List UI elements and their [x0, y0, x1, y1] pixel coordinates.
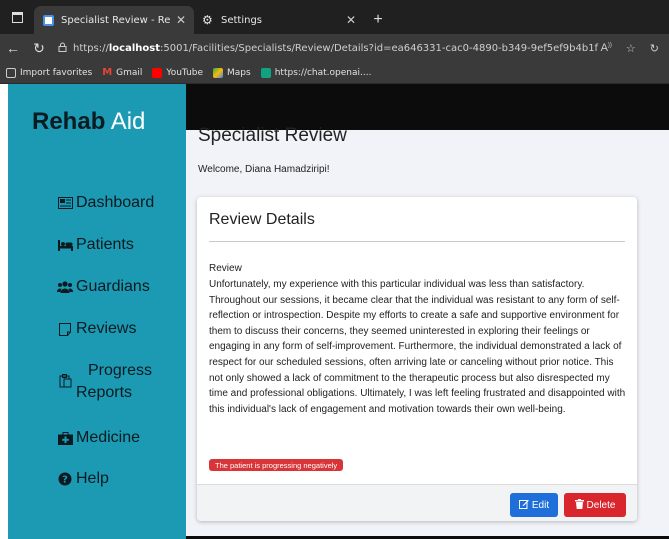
status-badge: The patient is progressing negatively [209, 459, 344, 471]
maps-icon [213, 67, 224, 78]
brand-light: Aid [105, 108, 146, 135]
favorite-gmail[interactable]: M Gmail [102, 67, 142, 78]
dashboard-icon [56, 197, 74, 209]
page-icon [43, 14, 54, 26]
card-footer: Edit Delete [197, 484, 637, 521]
favorite-label: https://chat.openai.... [274, 67, 372, 78]
review-text: Unfortunately, my experience with this p… [209, 279, 626, 415]
favorite-maps[interactable]: Maps [213, 67, 251, 78]
favorite-import[interactable]: Import favorites [6, 67, 93, 78]
sidebar-item-label: Progress Reports [76, 360, 152, 404]
tab-label: Settings [221, 14, 263, 26]
close-icon[interactable]: ✕ [176, 13, 186, 27]
new-tab-icon[interactable]: + [364, 6, 392, 34]
page-title: Specialist Review [198, 125, 347, 146]
sidebar-item-label: Dashboard [76, 194, 155, 211]
sidebar-item-help[interactable]: ? Help [56, 470, 109, 488]
chatgpt-icon [260, 67, 271, 78]
sidebar-item-progress-reports[interactable]: Progress Reports [56, 360, 152, 404]
delete-label: Delete [586, 499, 616, 511]
sidebar-item-medicine[interactable]: Medicine [56, 429, 140, 447]
users-icon [56, 281, 74, 293]
tab-specialist-review[interactable]: Specialist Review - RehabAid.Wel ✕ [34, 6, 194, 34]
top-navbar [186, 84, 669, 130]
refresh-extension-icon[interactable]: ↻ [650, 42, 659, 55]
address-bar[interactable]: https://localhost:5001/Facilities/Specia… [52, 37, 601, 59]
tab-label: Specialist Review - RehabAid.Wel [61, 14, 170, 26]
sidebar-item-label: Medicine [76, 429, 141, 446]
refresh-icon[interactable]: ↻ [26, 40, 52, 57]
edit-button[interactable]: Edit [510, 493, 558, 517]
url-prefix: https:// [73, 42, 109, 54]
delete-button[interactable]: Delete [564, 493, 626, 517]
welcome-message: Welcome, Diana Hamadziripi! [198, 164, 330, 175]
favorite-label: YouTube [166, 67, 204, 78]
favorite-youtube[interactable]: YouTube [152, 67, 204, 78]
sidebar-item-dashboard[interactable]: Dashboard [56, 194, 154, 212]
card-title: Review Details [209, 211, 315, 228]
review-details-card: Review Details Review Unfortunately, my … [197, 197, 637, 521]
progress-label-line1: Progress [88, 362, 153, 379]
tab-settings[interactable]: ⚙ Settings ✕ [194, 6, 364, 34]
lock-icon [58, 42, 67, 55]
read-aloud-icon[interactable]: A)) [601, 42, 612, 55]
close-icon[interactable]: ✕ [346, 13, 356, 27]
question-icon: ? [56, 472, 74, 486]
favorite-label: Maps [227, 67, 251, 78]
window-menu-icon[interactable] [0, 0, 34, 34]
favorite-chatgpt[interactable]: https://chat.openai.... [260, 67, 372, 78]
youtube-icon [152, 67, 163, 78]
browser-toolbar: ← ↻ https://localhost:5001/Facilities/Sp… [0, 34, 669, 62]
back-arrow-icon[interactable]: ← [0, 40, 26, 56]
progress-label-line2: Reports [76, 384, 133, 401]
gmail-icon: M [102, 67, 113, 78]
edit-icon [518, 499, 529, 512]
medkit-icon [56, 431, 74, 445]
sidebar-item-patients[interactable]: Patients [56, 236, 134, 254]
review-label: Review [209, 263, 242, 274]
clipboard-icon [56, 374, 74, 388]
browser-tab-bar: Specialist Review - RehabAid.Wel ✕ ⚙ Set… [0, 0, 669, 34]
gear-icon: ⚙ [202, 12, 213, 27]
sidebar-item-guardians[interactable]: Guardians [56, 278, 150, 296]
bed-icon [56, 239, 74, 251]
sidebar-item-reviews[interactable]: Reviews [56, 320, 136, 338]
import-icon [6, 67, 16, 78]
url-path: :5001/Facilities/Specialists/Review/Deta… [159, 42, 599, 54]
edit-label: Edit [531, 499, 550, 511]
sidebar: Rehab Aid Dashboard Patients Guardians R… [8, 84, 186, 539]
sidebar-item-label: Patients [76, 236, 134, 253]
url-host: localhost [108, 42, 160, 54]
sidebar-item-label: Reviews [76, 320, 137, 337]
sidebar-item-label: Help [76, 470, 109, 487]
favorite-label: Gmail [116, 67, 143, 78]
brand-logo[interactable]: Rehab Aid [32, 108, 145, 136]
favorite-label: Import favorites [20, 67, 93, 78]
svg-text:?: ? [62, 475, 68, 486]
brand-bold: Rehab [32, 108, 106, 135]
favorites-bar: Import favorites M Gmail YouTube Maps ht… [0, 62, 669, 84]
sidebar-item-label: Guardians [76, 278, 150, 295]
document-icon [56, 322, 74, 336]
trash-icon [574, 498, 584, 512]
divider [209, 241, 625, 242]
favorite-star-icon[interactable]: ☆ [626, 42, 636, 55]
